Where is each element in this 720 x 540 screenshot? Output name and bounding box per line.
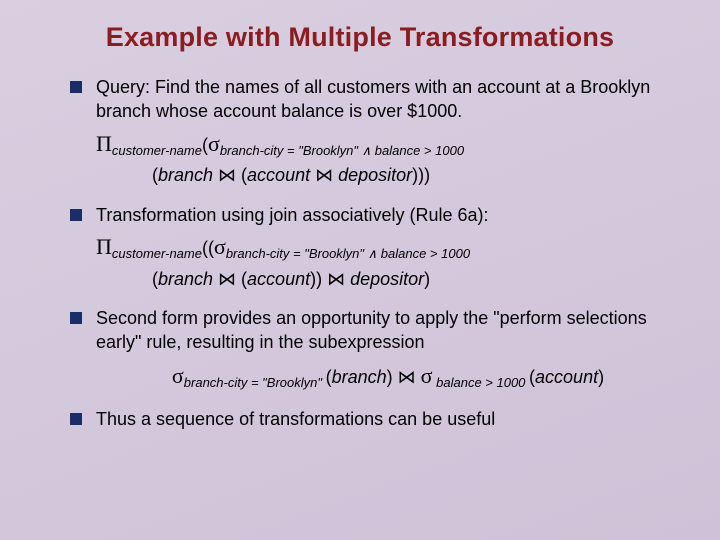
relation-depositor: depositor	[333, 165, 412, 185]
sigma-subscript-2: balance > 1000	[371, 143, 464, 158]
paren: )	[424, 269, 430, 289]
bullet-transformation: Transformation using join associatively …	[70, 203, 680, 292]
bullet-text: Transformation using join associatively …	[96, 205, 489, 225]
pi-symbol: Π	[96, 131, 112, 156]
bullet-list: Query: Find the names of all customers w…	[40, 75, 680, 432]
sigma-symbol: σ	[421, 363, 433, 388]
pi-symbol: Π	[96, 234, 112, 259]
join-icon: ⋈	[218, 165, 236, 185]
join-icon: ⋈	[327, 269, 345, 289]
formula-2-line2: (branch ⋈ (account)) ⋈ depositor)	[152, 266, 680, 292]
paren: (	[236, 269, 247, 289]
slide: Example with Multiple Transformations Qu…	[0, 0, 720, 540]
bullet-text: Second form provides an opportunity to a…	[96, 308, 647, 352]
sigma-subscript: balance > 1000	[433, 375, 530, 390]
relation-branch: branch	[332, 367, 387, 387]
paren: )	[387, 367, 398, 387]
and-symbol: ∧	[362, 143, 372, 158]
bullet-text: Query: Find the names of all customers w…	[96, 77, 650, 121]
join-icon: ⋈	[218, 269, 236, 289]
sigma-subscript-2: balance > 1000	[377, 246, 470, 261]
sigma-subscript-1: branch-city = "Brooklyn"	[220, 143, 362, 158]
page-title: Example with Multiple Transformations	[40, 22, 680, 53]
relation-branch: branch	[158, 165, 218, 185]
sigma-symbol: σ	[208, 131, 220, 156]
formula-3: σbranch-city = "Brooklyn" (branch) ⋈ σ b…	[96, 360, 680, 393]
bullet-query: Query: Find the names of all customers w…	[70, 75, 680, 189]
relation-account: account	[247, 165, 315, 185]
formula-1-line1: Πcustomer-name(σbranch-city = "Brooklyn"…	[96, 128, 680, 161]
formula-2-line1: Πcustomer-name((σbranch-city = "Brooklyn…	[96, 231, 680, 264]
relation-depositor: depositor	[345, 269, 424, 289]
sigma-subscript: branch-city = "Brooklyn"	[184, 375, 326, 390]
formula-1-line2: (branch ⋈ (account ⋈ depositor)))	[152, 162, 680, 188]
and-symbol: ∧	[368, 246, 378, 261]
join-icon: ⋈	[398, 367, 416, 387]
sigma-subscript-1: branch-city = "Brooklyn"	[226, 246, 368, 261]
pi-subscript: customer-name	[112, 143, 202, 158]
bullet-second-form: Second form provides an opportunity to a…	[70, 306, 680, 393]
sigma-symbol: σ	[214, 234, 226, 259]
join-icon: ⋈	[315, 165, 333, 185]
relation-account: account	[247, 269, 310, 289]
bullet-conclusion: Thus a sequence of transformations can b…	[70, 407, 680, 431]
sigma-symbol: σ	[172, 363, 184, 388]
paren: )))	[412, 165, 430, 185]
relation-account: account	[535, 367, 598, 387]
paren: )	[598, 367, 604, 387]
pi-subscript: customer-name	[112, 246, 202, 261]
paren: ((	[202, 238, 214, 258]
bullet-text: Thus a sequence of transformations can b…	[96, 409, 495, 429]
paren: (	[236, 165, 247, 185]
paren: ))	[310, 269, 327, 289]
relation-branch: branch	[158, 269, 218, 289]
